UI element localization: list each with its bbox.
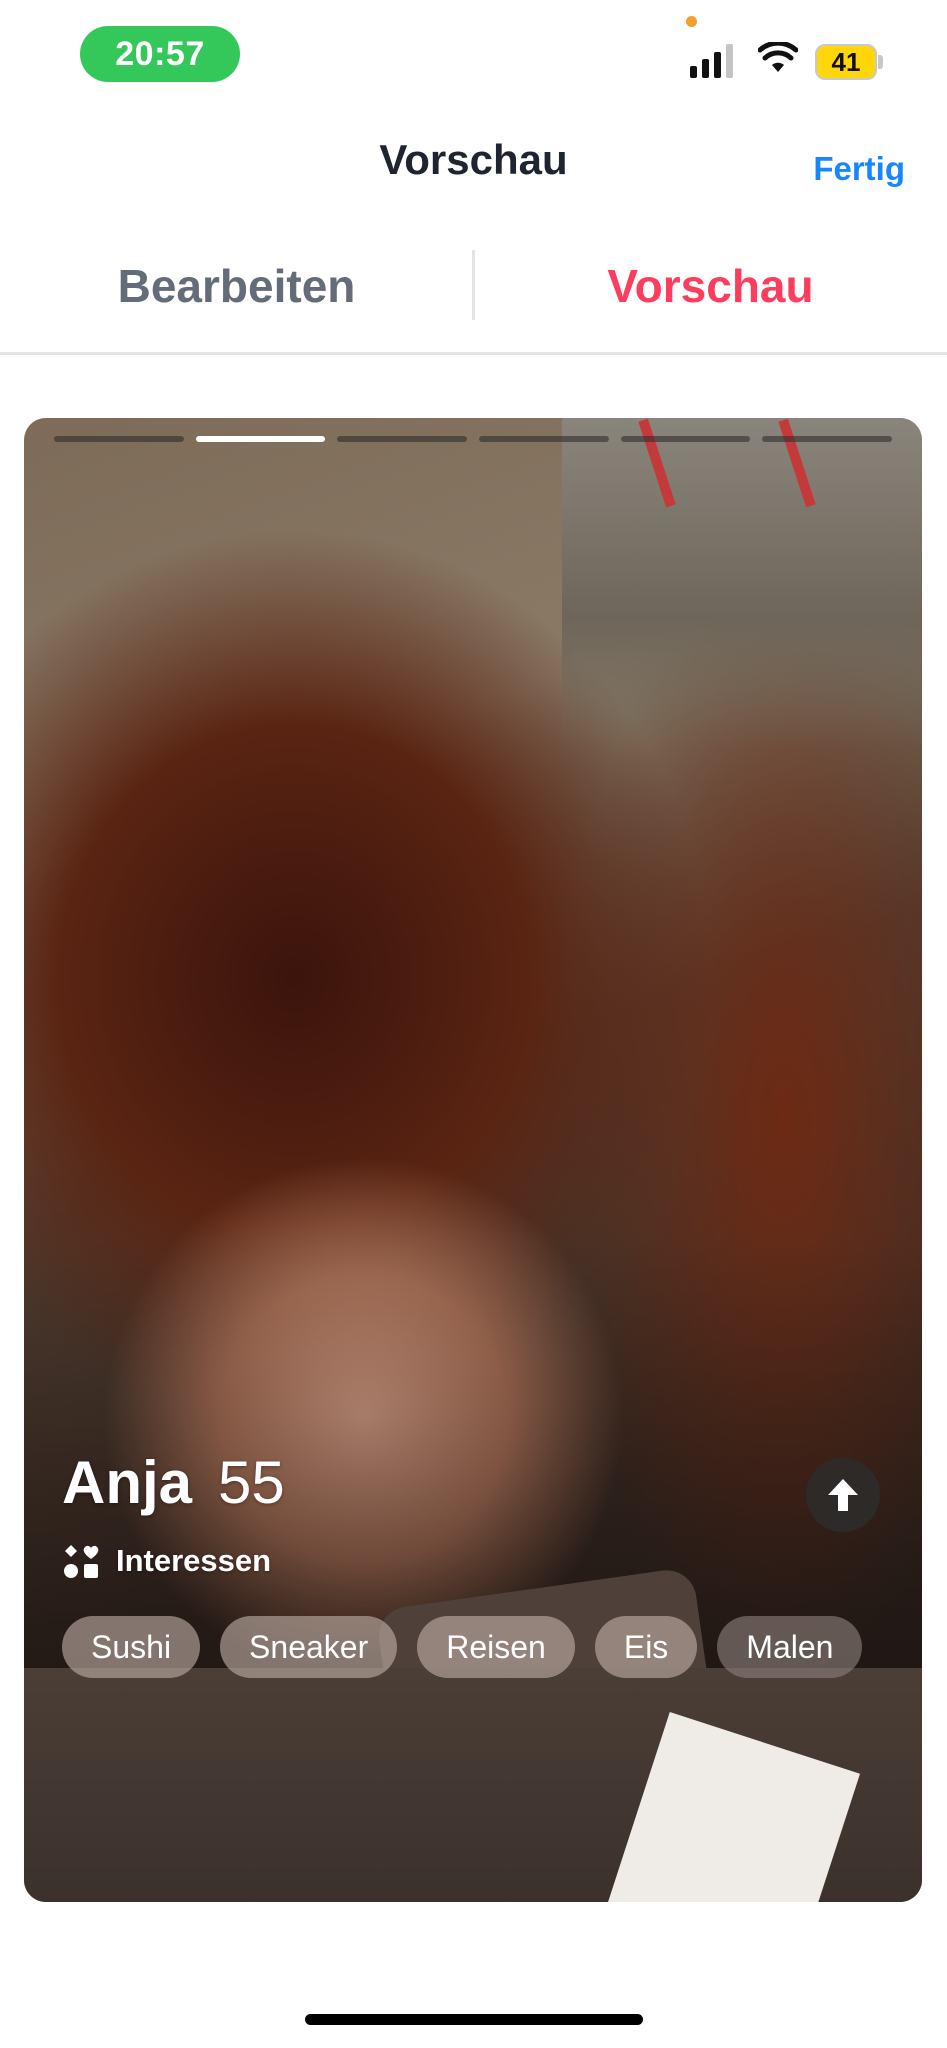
interest-chip: Sushi: [62, 1616, 201, 1678]
battery-icon: 41: [815, 44, 877, 80]
photo-progress-segment-active: [195, 436, 326, 442]
segmented-tabs: Bearbeiten Vorschau: [0, 246, 947, 355]
wifi-icon: [758, 42, 798, 72]
battery-cap: [878, 55, 883, 69]
interest-chip: Malen: [717, 1616, 863, 1678]
photo-progress-segment: [54, 436, 184, 442]
interest-chips: Sushi Sneaker Reisen Eis Malen: [62, 1616, 882, 1678]
status-bar: 20:57 41: [0, 0, 947, 110]
signal-icon: [690, 44, 733, 78]
arrow-up-icon: [828, 1479, 858, 1511]
interests-header: Interessen: [62, 1542, 271, 1580]
status-time: 20:57: [80, 26, 240, 82]
photo-background-rails: [562, 418, 922, 748]
profile-name-row: Anja 55: [62, 1448, 285, 1517]
profile-name: Anja: [62, 1449, 193, 1516]
interest-chip: Reisen: [417, 1616, 575, 1678]
battery-level: 41: [831, 46, 861, 77]
interest-chip: Sneaker: [220, 1616, 398, 1678]
photo-progress-bar: [54, 436, 893, 444]
interests-label: Interessen: [116, 1543, 272, 1578]
tab-preview[interactable]: Vorschau: [474, 246, 947, 326]
page-title: Vorschau: [379, 136, 568, 183]
done-button[interactable]: Fertig: [813, 150, 905, 188]
profile-card[interactable]: Anja 55 Interessen Sushi Sneaker Reisen …: [24, 418, 922, 1902]
interests-icon: [64, 1545, 99, 1578]
interest-chip: Eis: [594, 1616, 698, 1678]
open-profile-button[interactable]: [806, 1458, 880, 1532]
photo-progress-segment: [762, 436, 893, 442]
tab-edit[interactable]: Bearbeiten: [0, 246, 473, 326]
photo-progress-segment: [620, 436, 751, 442]
privacy-indicator-dot: [686, 16, 697, 27]
profile-age: 55: [218, 1449, 285, 1516]
home-indicator[interactable]: [305, 2014, 643, 2025]
photo-progress-segment: [337, 436, 468, 442]
photo-progress-segment: [479, 436, 609, 442]
